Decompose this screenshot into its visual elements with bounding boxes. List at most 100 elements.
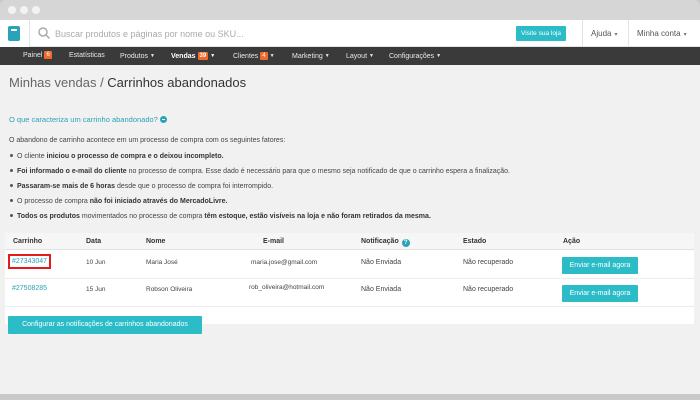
bullet-icon bbox=[10, 214, 13, 217]
fact-text: O processo de compra bbox=[17, 198, 90, 205]
app-window: Visite sua loja Ajuda▾ Minha conta▾ Pain… bbox=[0, 20, 700, 400]
intro-text: O abandono de carrinho acontece em um pr… bbox=[9, 137, 286, 144]
column-header-state: Estado bbox=[463, 238, 487, 245]
bullet-icon bbox=[10, 199, 13, 202]
search-input[interactable] bbox=[55, 24, 455, 43]
fact-bold: Foi informado o e-mail do cliente bbox=[17, 168, 127, 175]
nav-label: Layout bbox=[346, 53, 368, 60]
recovery-state: Não recuperado bbox=[463, 259, 514, 266]
chevron-down-icon: ▼ bbox=[369, 53, 374, 59]
column-header-cart: Carrinho bbox=[13, 238, 43, 245]
table-row: #27343047 10 Jun Maria José maria.jose@g… bbox=[5, 252, 694, 279]
nav-item-vendas[interactable]: Vendas 39 ▼ bbox=[171, 47, 215, 65]
fact-text: O cliente bbox=[17, 153, 47, 160]
help-menu[interactable]: Ajuda ▾ bbox=[582, 20, 625, 47]
fact-bold: Todos os produtos bbox=[17, 213, 80, 220]
fact-text: no processo de compra. Esse dado é neces… bbox=[126, 168, 510, 175]
cart-date: 15 Jun bbox=[86, 286, 106, 293]
fact-item: O cliente iniciou o processo de compra e… bbox=[10, 153, 224, 160]
fact-item: Passaram-se mais de 6 horas desde que o … bbox=[10, 183, 273, 190]
window-titlebar bbox=[0, 0, 700, 20]
column-header-name: Nome bbox=[146, 238, 166, 245]
window-bottom-edge bbox=[0, 394, 700, 400]
abandoned-carts-table: Carrinho Data Nome E-mail Notificação? E… bbox=[5, 233, 694, 324]
chevron-down-icon: ▼ bbox=[210, 53, 216, 59]
cart-link[interactable]: #27343047 bbox=[7, 254, 52, 269]
bullet-icon bbox=[10, 169, 13, 172]
table-header: Carrinho Data Nome E-mail Notificação? E… bbox=[5, 233, 694, 250]
cart-link[interactable]: #27508285 bbox=[12, 285, 47, 292]
account-menu[interactable]: Minha conta ▾ bbox=[628, 20, 700, 47]
page-title: Minhas vendas / Carrinhos abandonados bbox=[9, 75, 246, 90]
table-row: #27508285 15 Jun Robson Oliveira rob_oli… bbox=[5, 280, 694, 307]
nav-label: Configurações bbox=[389, 53, 435, 60]
nav-item-marketing[interactable]: Marketing ▼ bbox=[292, 47, 330, 65]
column-header-notification: Notificação? bbox=[361, 238, 410, 247]
fact-text: desde que o processo de compra foi inter… bbox=[115, 183, 274, 190]
nav-item-configuracoes[interactable]: Configurações ▼ bbox=[389, 47, 441, 65]
breadcrumb-parent[interactable]: Minhas vendas bbox=[9, 75, 96, 90]
send-email-button[interactable]: Enviar e-mail agora bbox=[562, 285, 638, 302]
help-link[interactable]: O que caracteriza um carrinho abandonado… bbox=[9, 115, 167, 124]
count-badge: 39 bbox=[197, 52, 209, 60]
chevron-down-icon: ▾ bbox=[614, 32, 618, 38]
chevron-down-icon: ▾ bbox=[683, 32, 687, 38]
store-logo[interactable] bbox=[0, 20, 30, 47]
window-close-dot[interactable] bbox=[8, 6, 16, 14]
fact-bold: iniciou o processo de compra e o deixou … bbox=[46, 153, 224, 160]
nav-label: Marketing bbox=[292, 53, 323, 60]
count-badge: 4 bbox=[260, 52, 268, 60]
bullet-icon bbox=[10, 154, 13, 157]
nav-label: Produtos bbox=[120, 53, 149, 60]
nav-label: Vendas bbox=[171, 53, 196, 60]
visit-store-button[interactable]: Visite sua loja bbox=[516, 26, 566, 41]
question-icon[interactable]: ? bbox=[401, 239, 410, 247]
breadcrumb-separator: / bbox=[96, 75, 108, 90]
notification-status: Não Enviada bbox=[361, 259, 402, 266]
fact-text: movimentados no processo de compra bbox=[79, 213, 205, 220]
customer-email: maria.jose@gmail.com bbox=[251, 259, 318, 266]
help-label: Ajuda bbox=[591, 29, 612, 38]
notification-status: Não Enviada bbox=[361, 286, 402, 293]
info-icon bbox=[159, 116, 167, 123]
main-nav: Painel 6 Estatísticas Produtos ▼ Vendas 39 ▼… bbox=[0, 47, 700, 65]
top-bar: Visite sua loja Ajuda▾ Minha conta▾ bbox=[0, 20, 700, 47]
configure-notifications-button[interactable]: Configurar as notificações de carrinhos … bbox=[8, 316, 202, 334]
fact-bold: Passaram-se mais de 6 horas bbox=[17, 183, 116, 190]
bullet-icon bbox=[10, 184, 13, 187]
fact-bold: têm estoque, estão visíveis na loja e nã… bbox=[204, 213, 431, 220]
chevron-down-icon: ▼ bbox=[324, 53, 330, 59]
fact-item: Todos os produtos movimentados no proces… bbox=[10, 213, 431, 220]
chevron-down-icon: ▼ bbox=[150, 53, 155, 59]
column-header-label: Notificação bbox=[361, 238, 399, 245]
nav-item-painel[interactable]: Painel 6 bbox=[23, 47, 52, 65]
search-icon bbox=[38, 27, 51, 40]
nav-item-estatisticas[interactable]: Estatísticas bbox=[69, 47, 105, 65]
nav-label: Estatísticas bbox=[69, 52, 105, 59]
breadcrumb-current: Carrinhos abandonados bbox=[107, 75, 247, 90]
nav-label: Clientes bbox=[233, 53, 259, 60]
fact-item: O processo de compra não foi iniciado at… bbox=[10, 198, 227, 205]
recovery-state: Não recuperado bbox=[463, 286, 514, 293]
send-email-button[interactable]: Enviar e-mail agora bbox=[562, 257, 638, 274]
customer-email: rob_oliveira@hotmail.com bbox=[249, 284, 325, 291]
cart-date: 10 Jun bbox=[86, 259, 106, 266]
column-header-email: E-mail bbox=[263, 238, 285, 245]
chevron-down-icon: ▼ bbox=[269, 53, 275, 59]
nav-item-clientes[interactable]: Clientes 4 ▼ bbox=[233, 47, 275, 65]
fact-bold: não foi iniciado através do MercadoLivre… bbox=[89, 198, 228, 205]
customer-name: Maria José bbox=[146, 259, 178, 266]
column-header-action: Ação bbox=[563, 238, 581, 245]
nav-item-produtos[interactable]: Produtos ▼ bbox=[120, 47, 155, 65]
customer-name: Robson Oliveira bbox=[146, 286, 193, 293]
nav-label: Painel bbox=[23, 52, 43, 59]
help-link-label: O que caracteriza um carrinho abandonado… bbox=[9, 115, 158, 124]
store-logo-icon bbox=[8, 26, 20, 41]
nav-item-layout[interactable]: Layout ▼ bbox=[346, 47, 374, 65]
chevron-down-icon: ▼ bbox=[436, 53, 442, 59]
window-maximize-dot[interactable] bbox=[32, 6, 40, 14]
count-badge: 6 bbox=[44, 51, 52, 59]
window-minimize-dot[interactable] bbox=[20, 6, 28, 14]
column-header-date: Data bbox=[86, 238, 102, 245]
fact-item: Foi informado o e-mail do cliente no pro… bbox=[10, 168, 510, 175]
